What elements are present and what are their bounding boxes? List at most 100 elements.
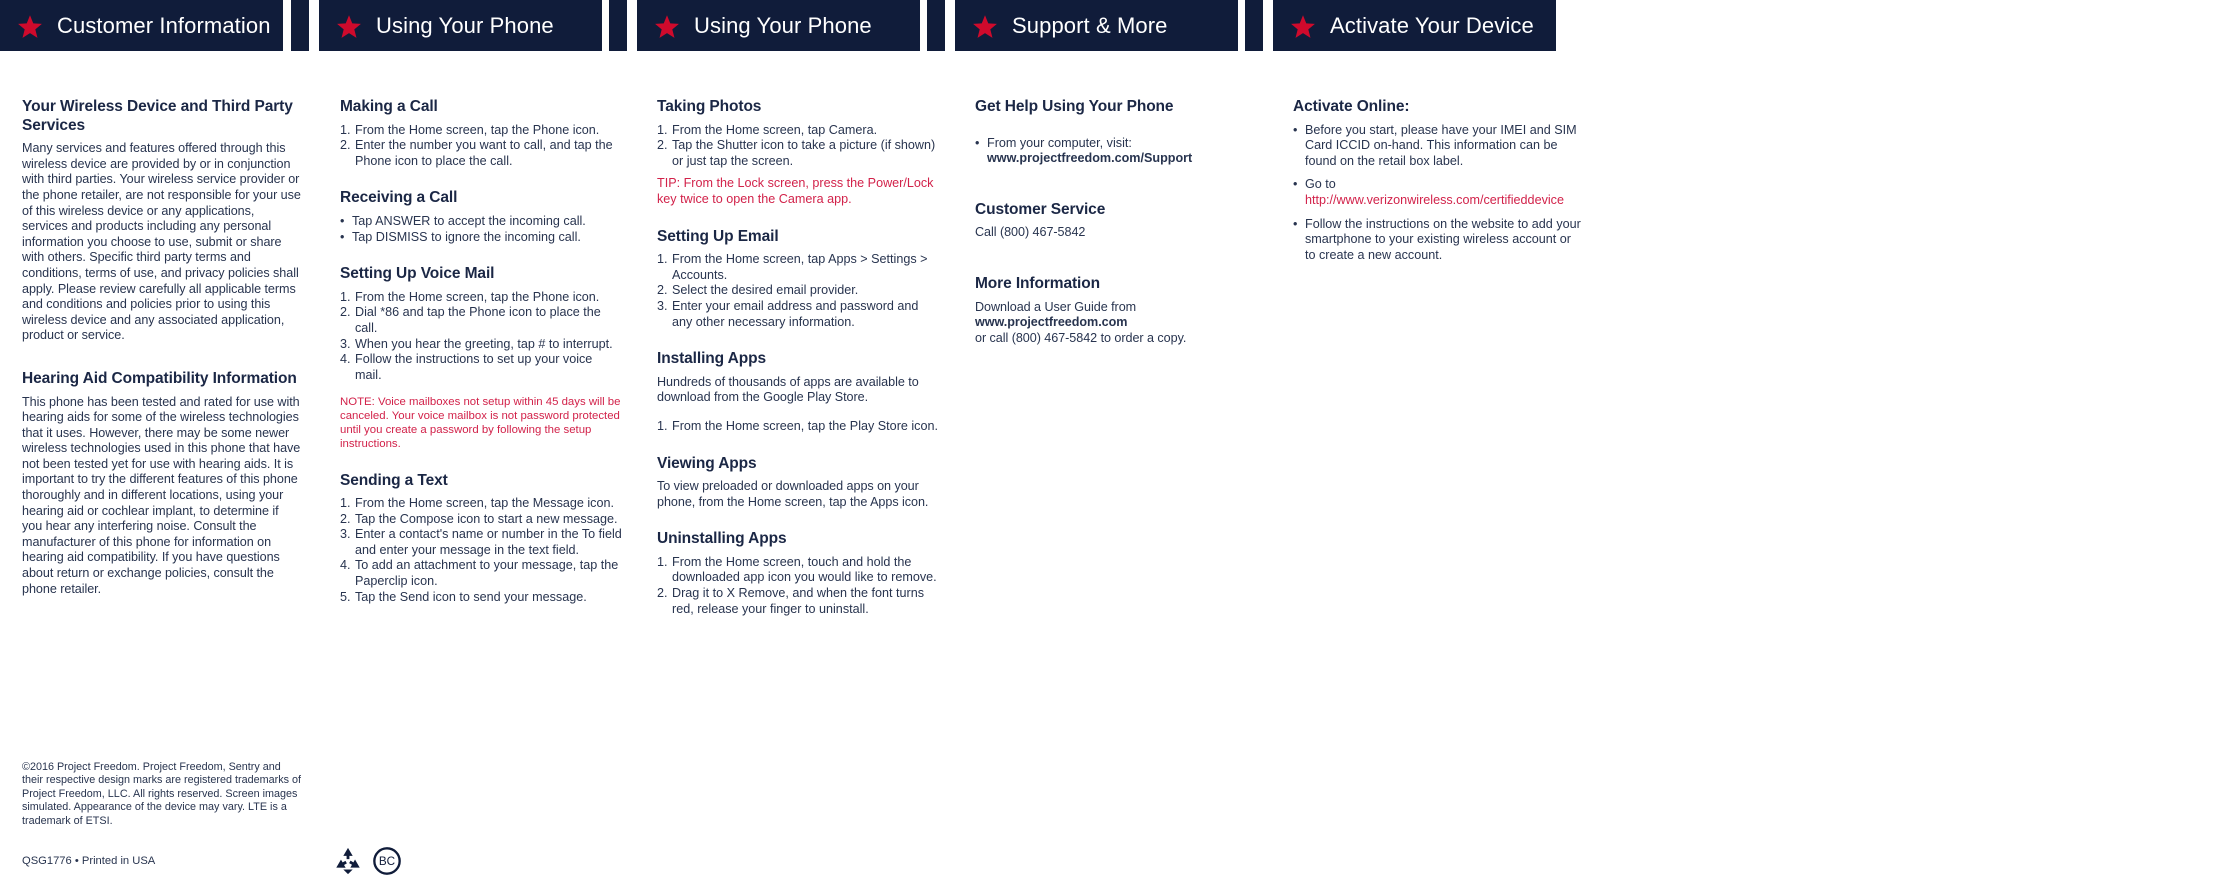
list-marker: 4.: [340, 558, 351, 573]
bullet-marker: •: [1293, 216, 1298, 231]
list-item: 1. From the Home screen, tap the Phone ic…: [340, 290, 622, 306]
more-info-website[interactable]: www.projectfreedom.com: [975, 315, 1257, 331]
panel-header-title: Support & More: [1012, 12, 1168, 38]
steps-making-a-call: 1. From the Home screen, tap the Phone ic…: [340, 123, 622, 170]
list-marker: 4.: [340, 352, 351, 367]
star-icon: [973, 14, 997, 38]
panel-header-title: Using Your Phone: [376, 12, 554, 38]
panel-header-activate-your-device: Activate Your Device: [1273, 0, 1556, 51]
list-item: • Tap ANSWER to accept the incoming call.: [340, 214, 622, 230]
section-heading-setting-up-voice-mail: Setting Up Voice Mail: [340, 265, 495, 283]
more-info-line-1: Download a User Guide from: [975, 299, 1137, 314]
bullets-activate-online: • Before you start, please have your IME…: [1293, 123, 1581, 264]
list-marker: 3.: [340, 527, 351, 542]
section-heading-more-information: More Information: [975, 274, 1100, 292]
panel-header-using-your-phone-2: Using Your Phone: [637, 0, 920, 51]
star-icon: [655, 14, 679, 38]
recycle-icon: [336, 847, 360, 875]
footer-print-block: QSG1776 • Printed in USA: [22, 855, 302, 867]
list-marker: 1.: [340, 496, 351, 511]
list-item: 1. From the Home screen, touch and hold t…: [657, 555, 939, 586]
list-marker: 1.: [657, 418, 668, 433]
installing-apps-body: Hundreds of thousands of apps are availa…: [657, 374, 919, 405]
certified-device-link[interactable]: http://www.verizonwireless.com/certified…: [1305, 193, 1564, 207]
bullet-marker: •: [975, 135, 980, 150]
header-tab-3: [927, 0, 945, 51]
panel-support-and-more: Get Help Using Your Phone • From your co…: [975, 98, 1257, 346]
list-text: Tap ANSWER to accept the incoming call.: [352, 213, 586, 228]
list-text: Select the desired email provider.: [672, 283, 859, 298]
support-url[interactable]: www.projectfreedom.com/Support: [987, 151, 1192, 165]
list-item: 1. From the Home screen, tap Camera.: [657, 123, 939, 139]
panel-header-title: Using Your Phone: [694, 12, 872, 38]
panel-header-using-your-phone-1: Using Your Phone: [319, 0, 602, 51]
list-text: From the Home screen, tap the Play Store…: [672, 418, 938, 433]
list-item: 1. From the Home screen, tap the Phone ic…: [340, 123, 622, 139]
list-text: Tap DISMISS to ignore the incoming call.: [352, 229, 581, 244]
star-icon: [18, 14, 42, 38]
list-text: Tap the Shutter icon to take a picture (…: [672, 138, 936, 168]
list-item: 2. Dial *86 and tap the Phone icon to pla…: [340, 305, 622, 336]
list-text: From the Home screen, tap the Message ic…: [355, 496, 614, 511]
viewing-apps-body: To view preloaded or downloaded apps on …: [657, 479, 929, 509]
list-marker: 3.: [657, 298, 668, 313]
section-heading-sending-a-text: Sending a Text: [340, 471, 448, 489]
list-marker: 1.: [340, 122, 351, 137]
section-heading-making-a-call: Making a Call: [340, 98, 438, 115]
list-marker: 1.: [657, 122, 668, 137]
list-item: 3. When you hear the greeting, tap # to i…: [340, 337, 622, 353]
list-marker: 1.: [657, 554, 668, 569]
list-text: Enter a contact's name or number in the …: [355, 527, 622, 557]
list-text: From your computer, visit:: [987, 135, 1132, 150]
list-item: 1. From the Home screen, tap Apps > Setti…: [657, 252, 939, 283]
steps-uninstalling-apps: 1. From the Home screen, touch and hold t…: [657, 555, 939, 617]
list-item: 3. Enter your email address and password …: [657, 299, 939, 330]
header-band: Customer Information Using Your Phone Us…: [0, 0, 2221, 51]
steps-setting-up-voice-mail: 1. From the Home screen, tap the Phone ic…: [340, 290, 622, 384]
section-body-wireless-device: Many services and features offered throu…: [22, 141, 301, 343]
panel-using-your-phone-1: Making a Call 1. From the Home screen, ta…: [340, 98, 622, 605]
list-marker: 1.: [657, 252, 668, 267]
list-text: When you hear the greeting, tap # to int…: [355, 336, 613, 351]
list-text: Tap the Send icon to send your message.: [355, 589, 587, 604]
list-marker: 5.: [340, 589, 351, 604]
panel-header-customer-information: Customer Information: [0, 0, 283, 51]
list-text: Enter your email address and password an…: [672, 298, 919, 329]
list-item: • Tap DISMISS to ignore the incoming call…: [340, 230, 622, 246]
section-body-hearing-aid: This phone has been tested and rated for…: [22, 394, 301, 596]
header-tab-4: [1245, 0, 1263, 51]
steps-sending-a-text: 1. From the Home screen, tap the Message …: [340, 496, 622, 605]
list-item: 2. Tap the Shutter icon to take a picture…: [657, 138, 939, 169]
list-marker: 2.: [340, 511, 351, 526]
list-item: 3. Enter a contact's name or number in th…: [340, 527, 622, 558]
more-info-line-3: or call (800) 467-5842 to order a copy.: [975, 330, 1187, 345]
list-text: Before you start, please have your IMEI …: [1305, 122, 1577, 168]
list-item: 4. To add an attachment to your message, …: [340, 558, 622, 589]
list-item: 2. Drag it to X Remove, and when the font…: [657, 586, 939, 617]
customer-service-phone: Call (800) 467-5842: [975, 225, 1086, 240]
steps-taking-photos: 1. From the Home screen, tap Camera. 2. Ta…: [657, 123, 939, 170]
bullets-receiving-a-call: • Tap ANSWER to accept the incoming call.…: [340, 214, 622, 245]
list-item: 1. From the Home screen, tap the Play Sto…: [657, 419, 939, 435]
list-text: From the Home screen, tap the Phone icon…: [355, 122, 600, 137]
quick-start-guide-sheet: Customer Information Using Your Phone Us…: [0, 0, 2221, 884]
list-marker: 2.: [340, 305, 351, 320]
copyright-text: ©2016 Project Freedom. Project Freedom, …: [22, 761, 302, 827]
bullet-marker: •: [1293, 177, 1298, 192]
section-heading-hearing-aid: Hearing Aid Compatibility Information: [22, 369, 297, 387]
list-text: Tap the Compose icon to start a new mess…: [355, 511, 618, 526]
list-item: • From your computer, visit: www.project…: [975, 136, 1257, 167]
svg-text:BC: BC: [379, 855, 395, 868]
list-text: Follow the instructions to set up your v…: [355, 352, 593, 382]
bc-mark-icon: BC: [373, 847, 401, 875]
list-marker: 2.: [340, 138, 351, 153]
section-heading-activate-online: Activate Online:: [1293, 98, 1410, 115]
